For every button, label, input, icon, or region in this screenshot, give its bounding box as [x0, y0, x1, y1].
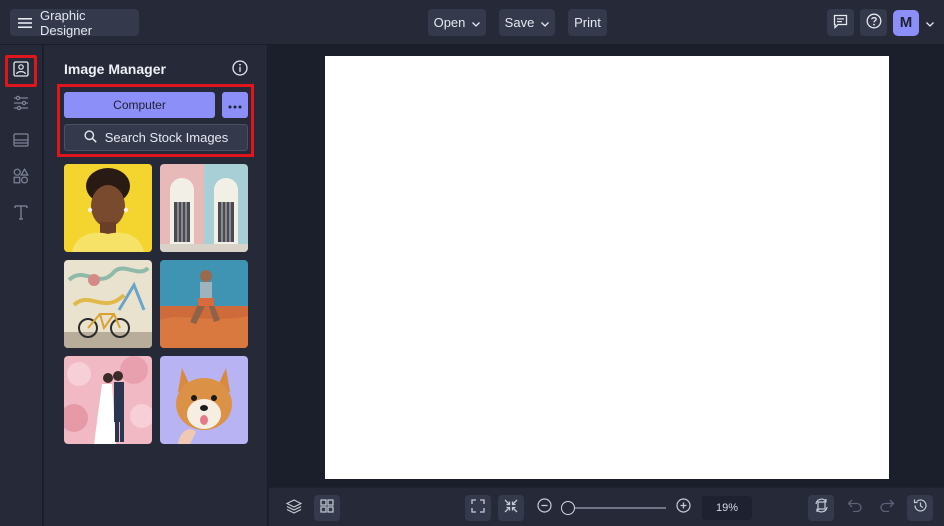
ellipsis-icon [228, 96, 242, 114]
print-button[interactable]: Print [568, 9, 607, 36]
image-icon [13, 60, 29, 82]
comment-button[interactable] [827, 9, 854, 36]
zoom-slider-handle[interactable] [561, 501, 575, 515]
adjust-icon [13, 95, 29, 116]
thumbnail-shiba-dog[interactable] [160, 356, 248, 444]
portrait-woman-image [64, 164, 152, 252]
zoom-in-button[interactable] [670, 495, 696, 521]
rotate-button[interactable] [808, 495, 834, 521]
computer-label: Computer [113, 98, 166, 112]
redo-icon [879, 499, 895, 517]
menu-icon [18, 17, 32, 29]
computer-upload-button[interactable]: Computer [64, 92, 215, 118]
search-icon [84, 129, 97, 146]
avatar: M [893, 9, 919, 36]
text-icon [13, 204, 29, 225]
zoom-out-button[interactable] [531, 495, 557, 521]
history-icon [913, 498, 928, 518]
rail-item-text[interactable] [6, 199, 36, 229]
canvas-area [269, 45, 944, 487]
app-title: Graphic Designer [40, 7, 93, 38]
shrink-icon [504, 499, 518, 518]
bottom-toolbar: 19% [269, 488, 944, 526]
man-on-sand-image [160, 260, 248, 348]
chevron-down-icon [541, 15, 550, 30]
shrink-button[interactable] [498, 495, 524, 521]
search-stock-label: Search Stock Images [104, 130, 229, 145]
zoom-slider[interactable] [561, 501, 666, 515]
history-button[interactable] [907, 495, 933, 521]
zoom-out-icon [536, 498, 552, 518]
rail-item-images[interactable] [5, 55, 37, 87]
layout-icon [13, 132, 29, 153]
chevron-down-icon [472, 15, 481, 30]
thumbnail-pastel-doors[interactable] [160, 164, 248, 252]
help-button[interactable] [860, 9, 887, 36]
undo-icon [847, 499, 862, 517]
open-button[interactable]: Open [428, 9, 486, 36]
zoom-percentage[interactable]: 19% [702, 496, 752, 520]
shapes-icon [13, 167, 29, 189]
save-label: Save [504, 15, 535, 30]
tool-rail [0, 45, 43, 526]
app-menu-button[interactable]: Graphic Designer [10, 7, 139, 38]
shiba-dog-image [160, 356, 248, 444]
open-label: Open [433, 15, 466, 30]
account-button[interactable]: M [893, 9, 938, 36]
zoom-in-icon [675, 498, 691, 518]
grid-button[interactable] [314, 495, 340, 521]
top-bar: Graphic Designer Open Save Print M [0, 0, 944, 45]
grid-icon [320, 498, 334, 518]
help-icon [866, 13, 882, 32]
fit-screen-icon [471, 498, 485, 518]
design-canvas[interactable] [325, 56, 889, 479]
rotate-icon [814, 498, 829, 518]
more-options-button[interactable] [222, 92, 248, 118]
rail-item-layout[interactable] [6, 127, 36, 157]
layers-icon [285, 498, 303, 519]
couple-blossoms-image [64, 356, 152, 444]
thumbnail-graffiti-bicycle[interactable] [64, 260, 152, 348]
thumbnail-man-on-sand[interactable] [160, 260, 248, 348]
comment-icon [833, 14, 848, 32]
info-icon [232, 60, 248, 80]
print-label: Print [574, 15, 601, 30]
redo-button[interactable] [874, 495, 900, 521]
zoom-value: 19% [715, 502, 739, 514]
info-button[interactable] [232, 60, 248, 76]
panel-title: Image Manager [64, 61, 166, 77]
rail-item-shapes[interactable] [6, 163, 36, 193]
thumbnail-portrait-woman[interactable] [64, 164, 152, 252]
undo-button[interactable] [841, 495, 867, 521]
layers-button[interactable] [281, 495, 307, 521]
chevron-down-icon [926, 14, 934, 32]
save-button[interactable]: Save [499, 9, 555, 36]
rail-item-adjust[interactable] [6, 90, 36, 120]
search-stock-images-button[interactable]: Search Stock Images [64, 124, 248, 151]
pastel-doors-image [160, 164, 248, 252]
image-manager-panel: Image Manager Computer Search Stock Imag… [44, 45, 268, 526]
fit-screen-button[interactable] [465, 495, 491, 521]
graffiti-bicycle-image [64, 260, 152, 348]
thumbnail-couple-blossoms[interactable] [64, 356, 152, 444]
